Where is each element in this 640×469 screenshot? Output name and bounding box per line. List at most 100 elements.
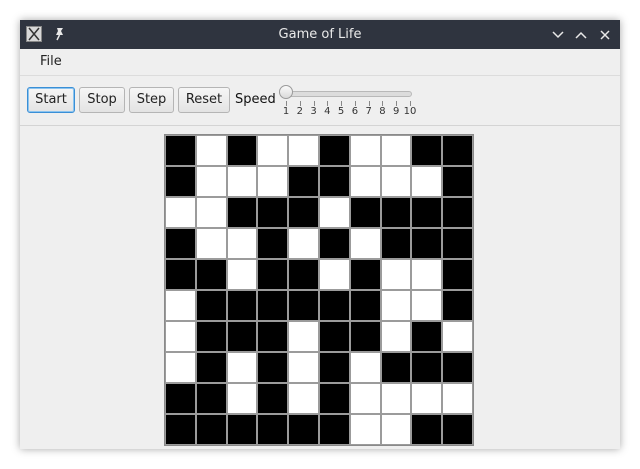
cell-dead[interactable] [288,135,319,166]
cell-dead[interactable] [442,321,473,352]
cell-dead[interactable] [411,259,443,290]
reset-button[interactable]: Reset [178,87,230,113]
cell-dead[interactable] [380,166,412,197]
cell-alive[interactable] [195,414,227,445]
cell-alive[interactable] [195,321,227,352]
cell-alive[interactable] [349,197,381,228]
speed-slider-track[interactable] [284,91,412,97]
cell-alive[interactable] [195,259,227,290]
cell-alive[interactable] [257,414,289,445]
title-bar[interactable]: Game of Life [20,20,620,49]
cell-dead[interactable] [226,383,258,414]
cell-alive[interactable] [411,228,443,259]
cell-alive[interactable] [442,166,473,197]
cell-dead[interactable] [380,321,412,352]
cell-alive[interactable] [195,383,227,414]
cell-alive[interactable] [442,290,473,321]
cell-dead[interactable] [165,290,196,321]
cell-dead[interactable] [195,228,227,259]
stop-button[interactable]: Stop [79,87,125,113]
cell-alive[interactable] [288,259,319,290]
cell-dead[interactable] [165,352,196,383]
cell-alive[interactable] [257,259,289,290]
cell-alive[interactable] [319,290,350,321]
cell-alive[interactable] [226,414,258,445]
cell-dead[interactable] [165,197,196,228]
cell-alive[interactable] [411,197,443,228]
cell-alive[interactable] [442,352,473,383]
cell-alive[interactable] [319,321,350,352]
cell-alive[interactable] [349,321,381,352]
cell-alive[interactable] [288,197,319,228]
cell-alive[interactable] [411,352,443,383]
cell-alive[interactable] [319,166,350,197]
cell-alive[interactable] [226,197,258,228]
cell-alive[interactable] [257,197,289,228]
cell-dead[interactable] [288,352,319,383]
cell-dead[interactable] [411,166,443,197]
cell-alive[interactable] [319,352,350,383]
cell-dead[interactable] [349,383,381,414]
cell-alive[interactable] [165,166,196,197]
cell-alive[interactable] [442,414,473,445]
cell-alive[interactable] [319,414,350,445]
cell-alive[interactable] [257,352,289,383]
cell-alive[interactable] [257,290,289,321]
cell-dead[interactable] [380,135,412,166]
cell-dead[interactable] [349,352,381,383]
cell-dead[interactable] [226,166,258,197]
cell-dead[interactable] [288,228,319,259]
cell-dead[interactable] [380,290,412,321]
cell-alive[interactable] [257,228,289,259]
cell-dead[interactable] [226,259,258,290]
cell-alive[interactable] [442,259,473,290]
cell-dead[interactable] [349,166,381,197]
cell-dead[interactable] [411,290,443,321]
cell-dead[interactable] [319,259,350,290]
cell-alive[interactable] [442,197,473,228]
step-button[interactable]: Step [129,87,174,113]
menu-file[interactable]: File [38,49,64,75]
cell-alive[interactable] [165,259,196,290]
cell-alive[interactable] [380,352,412,383]
cell-dead[interactable] [195,166,227,197]
cell-alive[interactable] [165,228,196,259]
cell-alive[interactable] [288,414,319,445]
cell-alive[interactable] [380,228,412,259]
speed-slider[interactable]: 1 2 3 4 5 6 7 8 9 10 [279,84,416,118]
cell-alive[interactable] [411,321,443,352]
cell-alive[interactable] [226,321,258,352]
cell-dead[interactable] [349,135,381,166]
cell-dead[interactable] [226,352,258,383]
cell-dead[interactable] [288,321,319,352]
cell-dead[interactable] [442,383,473,414]
cell-dead[interactable] [380,414,412,445]
cell-alive[interactable] [257,383,289,414]
cell-alive[interactable] [319,228,350,259]
cell-alive[interactable] [195,352,227,383]
cell-alive[interactable] [288,166,319,197]
cell-dead[interactable] [257,135,289,166]
close-icon[interactable] [598,27,612,41]
cell-alive[interactable] [411,135,443,166]
cell-dead[interactable] [288,383,319,414]
cell-alive[interactable] [288,290,319,321]
cell-alive[interactable] [226,135,258,166]
cell-dead[interactable] [349,228,381,259]
cell-dead[interactable] [349,414,381,445]
maximize-icon[interactable] [574,27,588,41]
cell-dead[interactable] [226,228,258,259]
cell-alive[interactable] [349,290,381,321]
cell-alive[interactable] [442,135,473,166]
cell-alive[interactable] [257,321,289,352]
cell-dead[interactable] [411,383,443,414]
cell-alive[interactable] [195,290,227,321]
cell-dead[interactable] [195,197,227,228]
cell-alive[interactable] [319,383,350,414]
cell-dead[interactable] [319,197,350,228]
cell-alive[interactable] [411,414,443,445]
cell-alive[interactable] [165,135,196,166]
game-board[interactable] [164,134,474,446]
cell-alive[interactable] [442,228,473,259]
cell-alive[interactable] [165,414,196,445]
